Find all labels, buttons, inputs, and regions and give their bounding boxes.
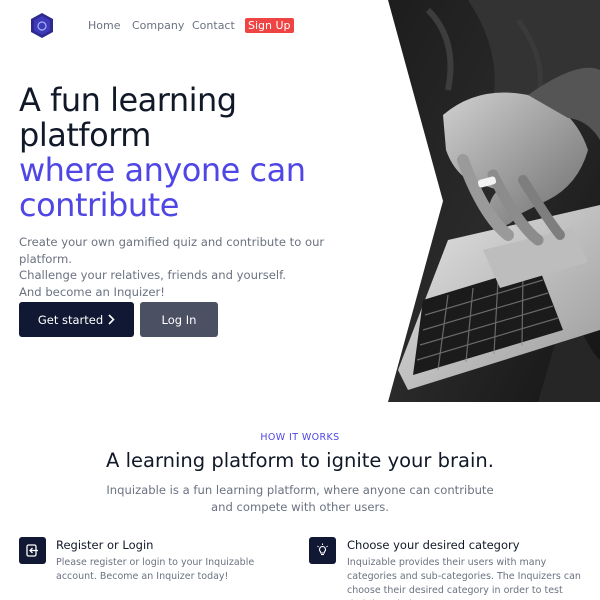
- section-subtitle: Inquizable is a fun learning platform, w…: [106, 483, 494, 514]
- login-button[interactable]: Log In: [140, 302, 218, 337]
- hero-title-accent-line: contribute: [19, 186, 179, 224]
- chevron-right-icon: [108, 314, 115, 325]
- hero-title-line: platform: [19, 116, 151, 154]
- hero-title-line: A fun learning: [19, 81, 237, 119]
- get-started-button[interactable]: Get started: [19, 302, 134, 337]
- feature-title: Choose your desired category: [347, 538, 520, 552]
- signup-button[interactable]: Sign Up: [245, 18, 294, 33]
- login-label: Log In: [161, 312, 197, 327]
- nav-link-company[interactable]: Company: [132, 19, 184, 32]
- nav-link-home[interactable]: Home: [88, 19, 120, 32]
- hero-lead-line: Challenge your relatives, friends and yo…: [19, 268, 287, 282]
- hero-lead-line: And become an Inquizer!: [19, 284, 165, 299]
- section-title: A learning platform to ignite your brain…: [106, 449, 494, 472]
- hero-title: A fun learning platform where anyone can…: [19, 83, 379, 223]
- feature-text: Inquizable provides their users with man…: [347, 557, 581, 600]
- login-icon: [19, 537, 46, 564]
- feature-text: Please register or login to your Inquiza…: [56, 557, 255, 582]
- hero-lead: Create your own gamified quiz and contri…: [19, 234, 379, 300]
- get-started-label: Get started: [37, 312, 104, 327]
- hero-title-accent-line: where anyone can: [19, 151, 306, 189]
- top-nav: Home Company Contact Sign Up: [0, 0, 390, 52]
- hero-laptop-image: [388, 0, 600, 402]
- feature-title: Register or Login: [56, 538, 154, 552]
- logo-icon[interactable]: [31, 13, 53, 38]
- hero-lead-line: Create your own gamified quiz and contri…: [19, 235, 325, 266]
- section-eyebrow: HOW IT WORKS: [260, 432, 340, 443]
- lightbulb-icon: [309, 537, 336, 564]
- nav-link-contact[interactable]: Contact: [192, 19, 235, 32]
